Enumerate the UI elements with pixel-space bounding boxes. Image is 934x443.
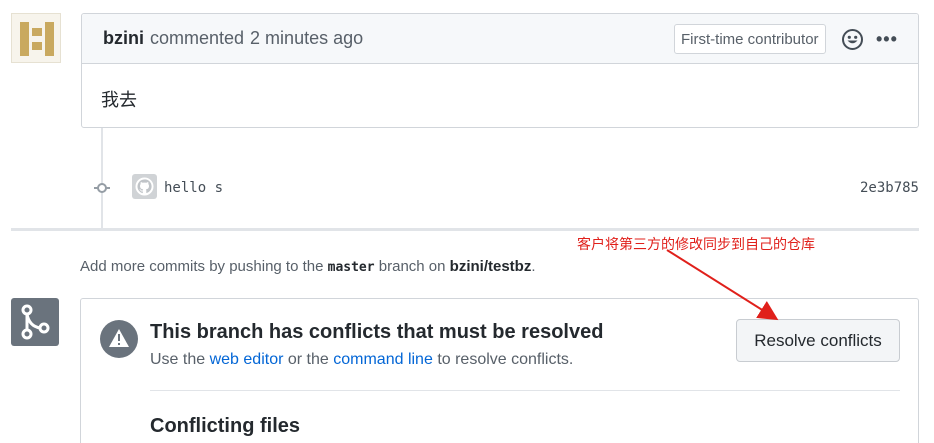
conflicting-files-heading: Conflicting files <box>150 415 300 437</box>
first-time-contributor-badge: First-time contributor <box>674 24 826 54</box>
web-editor-link[interactable]: web editor <box>210 351 284 368</box>
commit-author-avatar[interactable] <box>132 174 157 199</box>
comment-timestamp[interactable]: 2 minutes ago <box>250 28 363 49</box>
more-options-icon[interactable]: ••• <box>876 29 898 50</box>
merge-sub-middle: or the <box>287 351 329 368</box>
git-merge-icon <box>11 298 59 346</box>
user-avatar[interactable] <box>11 13 61 63</box>
branch-name: master <box>327 260 375 275</box>
merge-conflict-subtitle: Use the web editor or the command line t… <box>150 351 573 369</box>
timeline-line <box>101 128 103 228</box>
comment-box: bzini commented 2 minutes ago First-time… <box>81 13 919 128</box>
alert-icon <box>100 320 138 358</box>
timeline-divider <box>11 228 919 231</box>
merge-sub-prefix: Use the <box>150 351 206 368</box>
comment-author[interactable]: bzini <box>103 28 144 49</box>
add-more-middle: branch on <box>378 258 446 275</box>
add-more-prefix: Add more commits by pushing to the <box>80 258 324 275</box>
merge-sub-suffix: to resolve conflicts. <box>437 351 574 368</box>
commit-sha[interactable]: 2e3b785 <box>860 180 919 196</box>
resolve-conflicts-button[interactable]: Resolve conflicts <box>736 319 900 362</box>
add-more-suffix: . <box>531 258 536 275</box>
git-commit-icon <box>94 183 110 193</box>
merge-conflict-title: This branch has conflicts that must be r… <box>150 321 604 343</box>
comment-body: 我去 <box>101 90 137 111</box>
repo-name: bzini/testbz <box>449 258 532 275</box>
add-more-commits-note: Add more commits by pushing to the maste… <box>80 258 536 275</box>
merge-separator <box>150 390 900 391</box>
commit-message[interactable]: hello s <box>164 180 223 196</box>
command-line-link[interactable]: command line <box>333 351 433 368</box>
smiley-icon[interactable] <box>842 29 863 50</box>
annotation-note: 客户将第三方的修改同步到自己的仓库 <box>577 237 815 253</box>
merge-status-panel: This branch has conflicts that must be r… <box>80 298 919 443</box>
octocat-icon <box>135 177 154 196</box>
comment-action: commented <box>150 28 245 48</box>
